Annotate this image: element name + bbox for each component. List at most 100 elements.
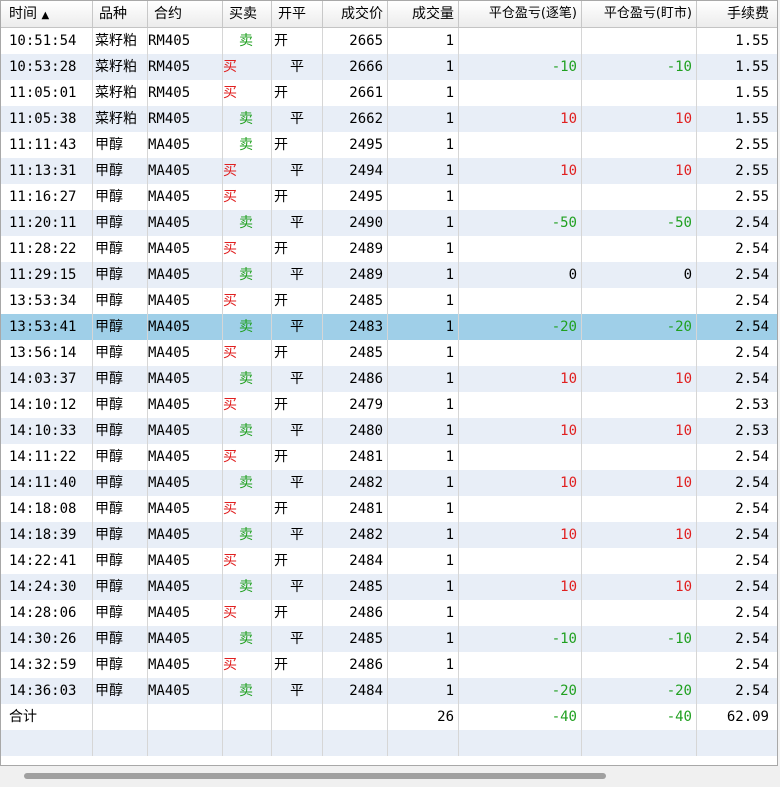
table-row[interactable]: 10:53:28 菜籽粕 RM405 买 平 2666 1 -10 -10 1.55 [1,54,777,80]
cell-side: 买 [223,397,237,413]
cell-time: 14:10:12 [9,397,77,413]
column-header-price[interactable]: 成交价 [323,1,387,27]
table-row[interactable]: 14:18:08 甲醇 MA405 买 开 2481 1 2.54 [1,496,777,522]
cell-price: 2661 [349,85,383,101]
cell-oc: 平 [290,475,304,491]
table-row[interactable]: 11:13:31 甲醇 MA405 买 平 2494 1 10 10 2.55 [1,158,777,184]
column-header-fee[interactable]: 手续费 [697,1,773,27]
cell-contract: MA405 [148,163,191,179]
column-header-pnl-mark[interactable]: 平仓盈亏(盯市) [582,1,696,27]
cell-time: 14:30:26 [9,631,77,647]
column-header-open-close[interactable]: 开平 [272,1,322,27]
cell-fee: 2.54 [735,553,769,569]
table-row[interactable]: 13:53:41 甲醇 MA405 卖 平 2483 1 -20 -20 2.54 [1,314,777,340]
empty-row[interactable] [1,730,777,756]
cell-vol: 1 [445,683,454,699]
table-row[interactable]: 10:51:54 菜籽粕 RM405 卖 开 2665 1 1.55 [1,28,777,54]
table-row[interactable]: 13:56:14 甲醇 MA405 买 开 2485 1 2.54 [1,340,777,366]
cell-time: 14:24:30 [9,579,77,595]
cell-vol: 1 [445,137,454,153]
table-row[interactable]: 11:05:38 菜籽粕 RM405 卖 平 2662 1 10 10 1.55 [1,106,777,132]
column-header-contract[interactable]: 合约 [148,1,222,27]
horizontal-scrollbar[interactable] [0,766,780,787]
table-row[interactable]: 14:11:22 甲醇 MA405 买 开 2481 1 2.54 [1,444,777,470]
table-row[interactable]: 14:32:59 甲醇 MA405 买 开 2486 1 2.54 [1,652,777,678]
column-header-time-label: 时间 [9,6,37,22]
cell-oc: 平 [290,59,304,75]
table-row[interactable]: 14:30:26 甲醇 MA405 卖 平 2485 1 -10 -10 2.54 [1,626,777,652]
cell-product: 甲醇 [95,241,123,257]
table-row[interactable]: 11:20:11 甲醇 MA405 卖 平 2490 1 -50 -50 2.54 [1,210,777,236]
table-row[interactable]: 11:16:27 甲醇 MA405 买 开 2495 1 2.55 [1,184,777,210]
cell-product: 甲醇 [95,293,123,309]
cell-time: 11:05:01 [9,85,77,101]
cell-pnl1: 10 [560,475,577,491]
cell-side: 卖 [239,527,253,543]
table-row[interactable]: 11:11:43 甲醇 MA405 卖 开 2495 1 2.55 [1,132,777,158]
cell-contract: MA405 [148,527,191,543]
cell-price: 2490 [349,215,383,231]
cell-product: 菜籽粕 [95,111,137,127]
cell-vol: 1 [445,345,454,361]
table-row[interactable]: 11:28:22 甲醇 MA405 买 开 2489 1 2.54 [1,236,777,262]
cell-price: 2483 [349,319,383,335]
table-row[interactable]: 14:24:30 甲醇 MA405 卖 平 2485 1 10 10 2.54 [1,574,777,600]
cell-product: 甲醇 [95,657,123,673]
cell-pnl1 [459,392,581,418]
cell-time: 11:13:31 [9,163,77,179]
cell-vol: 1 [445,475,454,491]
cell-product: 甲醇 [95,345,123,361]
cell-fee: 2.54 [735,527,769,543]
cell-price: 2666 [349,59,383,75]
table-row[interactable]: 11:29:15 甲醇 MA405 卖 平 2489 1 0 0 2.54 [1,262,777,288]
cell-time: 14:28:06 [9,605,77,621]
table-row[interactable]: 14:36:03 甲醇 MA405 卖 平 2484 1 -20 -20 2.54 [1,678,777,704]
cell-fee: 1.55 [735,111,769,127]
cell-side: 卖 [239,371,253,387]
cell-vol: 1 [445,319,454,335]
cell-pnl2 [582,600,696,626]
column-header-product[interactable]: 品种 [93,1,147,27]
cell-pnl1 [459,132,581,158]
table-row[interactable]: 13:53:34 甲醇 MA405 买 开 2485 1 2.54 [1,288,777,314]
table-row[interactable]: 14:11:40 甲醇 MA405 卖 平 2482 1 10 10 2.54 [1,470,777,496]
cell-vol: 1 [445,397,454,413]
cell-pnl1: -20 [551,683,577,699]
cell-pnl1: -50 [551,215,577,231]
table-row[interactable]: 11:05:01 菜籽粕 RM405 买 开 2661 1 1.55 [1,80,777,106]
cell-fee: 2.53 [735,397,769,413]
cell-side: 买 [223,59,237,75]
cell-fee: 2.54 [735,501,769,517]
cell-time: 11:16:27 [9,189,77,205]
scrollbar-thumb[interactable] [24,773,606,779]
cell-contract: MA405 [148,293,191,309]
cell-vol: 1 [445,501,454,517]
cell-side: 买 [223,501,237,517]
table-row[interactable]: 14:18:39 甲醇 MA405 卖 平 2482 1 10 10 2.54 [1,522,777,548]
cell-vol: 1 [445,605,454,621]
column-header-volume[interactable]: 成交量 [388,1,458,27]
cell-side: 买 [223,293,237,309]
table-row[interactable]: 14:10:33 甲醇 MA405 卖 平 2480 1 10 10 2.53 [1,418,777,444]
cell-time: 11:29:15 [9,267,77,283]
column-header-time[interactable]: 时间 ▲ [1,1,91,27]
cell-side: 卖 [239,137,253,153]
table-row[interactable]: 14:22:41 甲醇 MA405 买 开 2484 1 2.54 [1,548,777,574]
cell-price: 2486 [349,657,383,673]
cell-pnl1: 10 [560,371,577,387]
cell-contract: MA405 [148,501,191,517]
cell-fee: 62.09 [726,709,769,725]
cell-oc: 开 [274,657,288,673]
table-row[interactable]: 14:28:06 甲醇 MA405 买 开 2486 1 2.54 [1,600,777,626]
cell-oc: 平 [290,111,304,127]
column-header-side[interactable]: 买卖 [223,1,271,27]
table-row[interactable]: 14:10:12 甲醇 MA405 买 开 2479 1 2.53 [1,392,777,418]
column-header-pnl-close[interactable]: 平仓盈亏(逐笔) [459,1,581,27]
cell-price: 2489 [349,241,383,257]
cell-price: 2480 [349,423,383,439]
cell-contract: MA405 [148,605,191,621]
table-row[interactable]: 14:03:37 甲醇 MA405 卖 平 2486 1 10 10 2.54 [1,366,777,392]
cell-oc: 平 [290,215,304,231]
total-row[interactable]: 合计 26 -40 -40 62.09 [1,704,777,730]
cell-product: 甲醇 [95,163,123,179]
